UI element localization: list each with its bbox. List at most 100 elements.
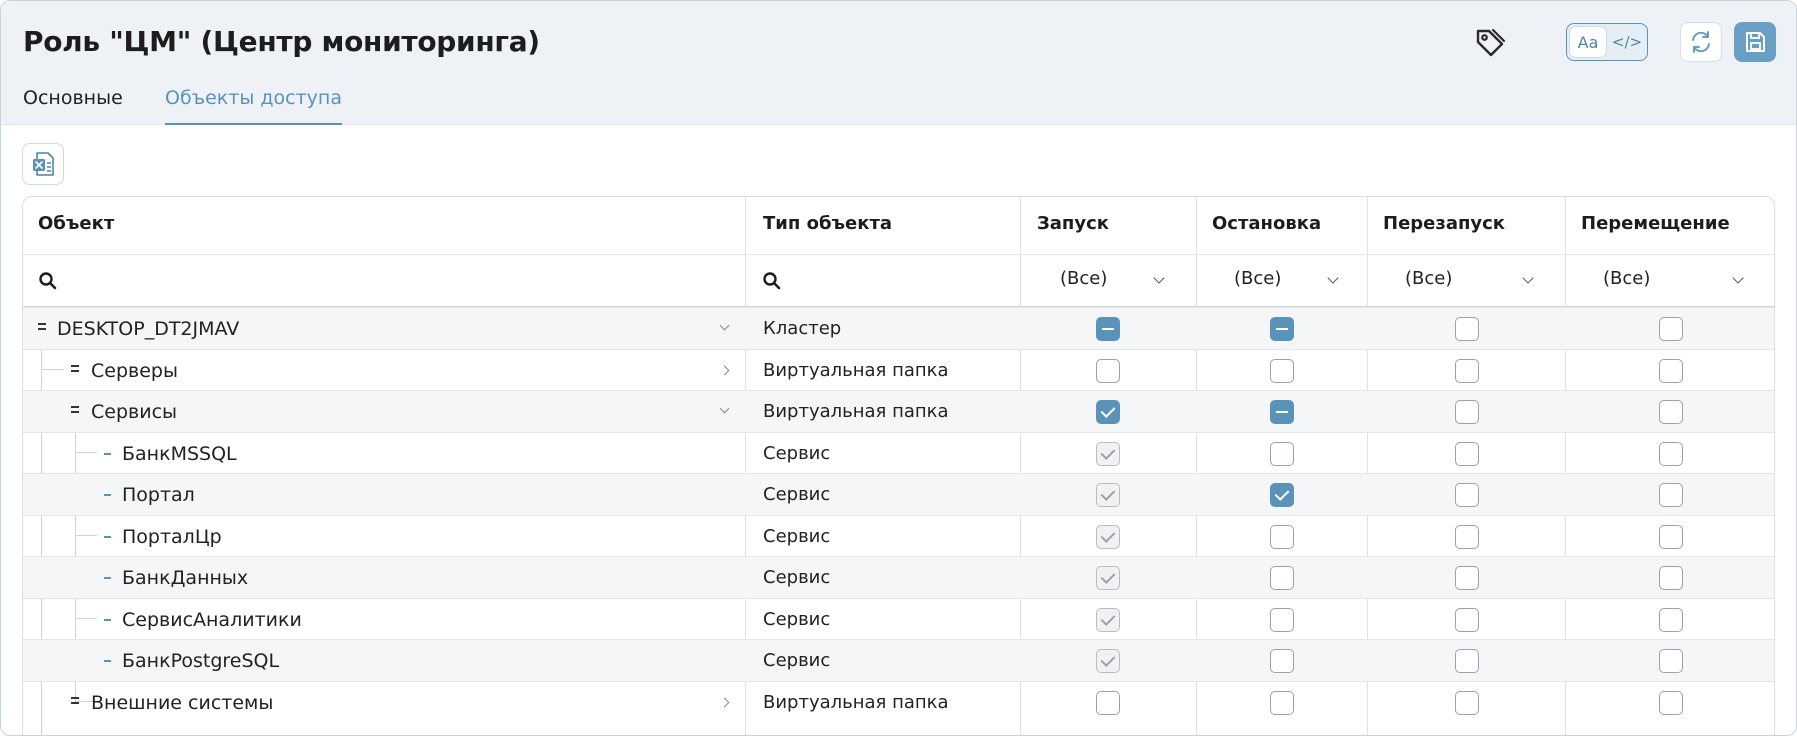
tree-row[interactable]: ПорталЦр Сервис <box>23 515 1774 557</box>
stop-checkbox[interactable] <box>1270 400 1294 424</box>
object-type: Сервис <box>763 484 831 505</box>
start-checkbox[interactable] <box>1096 359 1120 383</box>
chevron-down-icon <box>1153 272 1165 284</box>
move-checkbox[interactable] <box>1659 649 1683 673</box>
move-checkbox[interactable] <box>1659 317 1683 341</box>
expand-chevron-right-icon[interactable] <box>719 697 730 708</box>
text-mode-button[interactable]: Aa <box>1570 27 1606 57</box>
object-type-search-input[interactable] <box>745 255 1020 307</box>
expand-chevron-down-icon[interactable] <box>719 320 730 331</box>
tree-row[interactable]: Внешние системы Виртуальная папка <box>23 681 1774 723</box>
save-button[interactable] <box>1734 22 1776 62</box>
excel-icon <box>33 152 54 176</box>
tree-row[interactable]: СервисАналитики Сервис <box>23 598 1774 640</box>
move-filter-select[interactable]: (Все) <box>1566 255 1774 307</box>
tree-row[interactable]: DESKTOP_DT2JMAV Кластер <box>23 307 1774 349</box>
object-name: БанкMSSQL <box>122 443 237 465</box>
object-name: БанкPostgreSQL <box>122 650 280 672</box>
column-header-object[interactable]: Объект <box>38 213 114 234</box>
move-checkbox[interactable] <box>1659 566 1683 590</box>
stop-checkbox[interactable] <box>1270 359 1294 383</box>
header: Роль "ЦМ" (Центр мониторинга) Основные О… <box>1 1 1796 125</box>
object-name: Сервисы <box>91 401 178 423</box>
search-icon <box>763 272 781 290</box>
tag-icon <box>1476 28 1506 57</box>
start-checkbox[interactable] <box>1096 566 1120 590</box>
tag-button[interactable] <box>1469 21 1511 65</box>
restart-checkbox[interactable] <box>1455 317 1479 341</box>
object-name: СервисАналитики <box>122 609 302 631</box>
tree-row[interactable]: Сервисы Виртуальная папка <box>23 390 1774 432</box>
stop-checkbox[interactable] <box>1270 566 1294 590</box>
tree-row[interactable]: Портал Сервис <box>23 473 1774 515</box>
expand-chevron-down-icon[interactable] <box>719 403 730 414</box>
object-type: Сервис <box>763 526 831 547</box>
tab-general[interactable]: Основные <box>23 87 123 123</box>
move-checkbox[interactable] <box>1659 691 1683 715</box>
chevron-down-icon <box>1522 272 1534 284</box>
search-icon <box>39 272 57 290</box>
column-header-object-type[interactable]: Тип объекта <box>763 213 892 234</box>
stop-checkbox[interactable] <box>1270 608 1294 632</box>
stop-checkbox[interactable] <box>1270 649 1294 673</box>
tree-row[interactable]: БанкPostgreSQL Сервис <box>23 639 1774 681</box>
stop-checkbox[interactable] <box>1270 483 1294 507</box>
start-checkbox[interactable] <box>1096 317 1120 341</box>
start-checkbox[interactable] <box>1096 649 1120 673</box>
restart-checkbox[interactable] <box>1455 691 1479 715</box>
move-checkbox[interactable] <box>1659 359 1683 383</box>
start-checkbox[interactable] <box>1096 442 1120 466</box>
stop-checkbox[interactable] <box>1270 317 1294 341</box>
restart-checkbox[interactable] <box>1455 649 1479 673</box>
refresh-button[interactable] <box>1680 22 1722 62</box>
restart-checkbox[interactable] <box>1455 400 1479 424</box>
restart-checkbox[interactable] <box>1455 359 1479 383</box>
restart-checkbox[interactable] <box>1455 483 1479 507</box>
stop-checkbox[interactable] <box>1270 691 1294 715</box>
tab-access-objects[interactable]: Объекты доступа <box>165 87 342 125</box>
restart-checkbox[interactable] <box>1455 442 1479 466</box>
item-marker-icon <box>104 494 111 496</box>
code-mode-button[interactable]: </> <box>1609 27 1645 57</box>
move-checkbox[interactable] <box>1659 400 1683 424</box>
object-name: Внешние системы <box>91 692 274 714</box>
object-name: DESKTOP_DT2JMAV <box>57 318 240 340</box>
move-checkbox[interactable] <box>1659 608 1683 632</box>
stop-checkbox[interactable] <box>1270 525 1294 549</box>
expand-chevron-right-icon[interactable] <box>719 365 730 376</box>
stop-checkbox[interactable] <box>1270 442 1294 466</box>
tree-row[interactable]: Серверы Виртуальная папка <box>23 349 1774 391</box>
column-header-start[interactable]: Запуск <box>1037 213 1109 234</box>
start-checkbox[interactable] <box>1096 400 1120 424</box>
start-checkbox[interactable] <box>1096 691 1120 715</box>
start-checkbox[interactable] <box>1096 608 1120 632</box>
object-name: Портал <box>122 484 195 506</box>
restart-checkbox[interactable] <box>1455 566 1479 590</box>
start-checkbox[interactable] <box>1096 483 1120 507</box>
move-checkbox[interactable] <box>1659 525 1683 549</box>
tree-row[interactable]: БанкMSSQL Сервис <box>23 432 1774 474</box>
stop-filter-select[interactable]: (Все) <box>1197 255 1367 307</box>
start-filter-select[interactable]: (Все) <box>1021 255 1196 307</box>
chevron-down-icon <box>1327 272 1339 284</box>
page-title: Роль "ЦМ" (Центр мониторинга) <box>23 25 540 58</box>
move-checkbox[interactable] <box>1659 442 1683 466</box>
move-checkbox[interactable] <box>1659 483 1683 507</box>
item-marker-icon <box>104 619 111 621</box>
object-search-input[interactable] <box>23 255 745 307</box>
object-name: БанкДанных <box>122 567 249 589</box>
chevron-down-icon <box>1732 272 1744 284</box>
export-excel-button[interactable] <box>22 143 64 185</box>
column-header-stop[interactable]: Остановка <box>1212 213 1321 234</box>
restart-checkbox[interactable] <box>1455 525 1479 549</box>
tree-row[interactable]: БанкДанных Сервис <box>23 556 1774 598</box>
access-objects-grid: Объект Тип объекта Запуск Остановка Пере… <box>22 196 1775 735</box>
item-marker-icon <box>104 577 111 579</box>
object-type: Виртуальная папка <box>763 692 949 713</box>
start-checkbox[interactable] <box>1096 525 1120 549</box>
column-header-move[interactable]: Перемещение <box>1581 213 1730 234</box>
restart-filter-select[interactable]: (Все) <box>1368 255 1565 307</box>
restart-checkbox[interactable] <box>1455 608 1479 632</box>
column-header-restart[interactable]: Перезапуск <box>1383 213 1505 234</box>
item-marker-icon <box>104 660 111 662</box>
